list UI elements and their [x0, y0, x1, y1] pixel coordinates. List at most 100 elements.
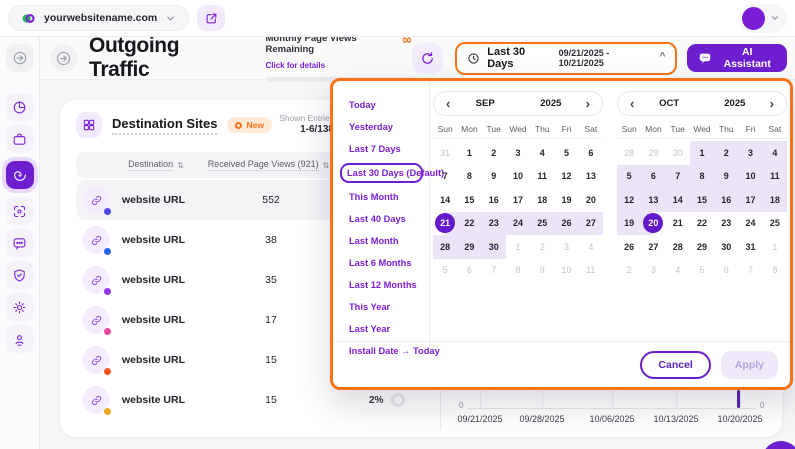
open-site-button[interactable] [197, 5, 225, 31]
quota-details-link[interactable]: Click for details [266, 61, 326, 70]
calendar-day[interactable]: 28 [666, 235, 690, 259]
date-range-selector[interactable]: Last 30 Days 09/21/2025 - 10/21/2025 ^ [455, 42, 677, 75]
calendar-day[interactable]: 13 [641, 188, 665, 212]
datepicker-preset[interactable]: Last Year [343, 321, 423, 337]
calendar-day[interactable]: 31 [738, 235, 762, 259]
calendar-day[interactable]: 18 [763, 188, 787, 212]
calendar-day[interactable]: 11 [763, 165, 787, 189]
calendar-day[interactable]: 2 [482, 141, 506, 165]
calendar-day[interactable]: 28 [617, 141, 641, 165]
calendar-day[interactable]: 1 [457, 141, 481, 165]
prev-month-button[interactable]: ‹ [628, 97, 636, 110]
calendar-day[interactable]: 22 [690, 212, 714, 236]
calendar-day[interactable]: 5 [433, 259, 457, 283]
calendar-day[interactable]: 29 [690, 235, 714, 259]
datepicker-preset[interactable]: Yesterday [343, 119, 423, 135]
sidebar-item-pie-chart[interactable] [6, 93, 34, 121]
calendar-day[interactable]: 11 [579, 259, 603, 283]
calendar-day[interactable]: 10 [506, 165, 530, 189]
sidebar-item-shield[interactable] [6, 261, 34, 289]
refresh-button[interactable] [412, 43, 443, 74]
calendar-day[interactable]: 23 [714, 212, 738, 236]
calendar-day[interactable]: 9 [714, 165, 738, 189]
calendar-day[interactable]: 15 [690, 188, 714, 212]
calendar-day[interactable]: 4 [763, 141, 787, 165]
calendar-day[interactable]: 30 [482, 235, 506, 259]
calendar-day[interactable]: 8 [457, 165, 481, 189]
calendar-day[interactable]: 14 [433, 188, 457, 212]
calendar-day[interactable]: 16 [714, 188, 738, 212]
calendar-day[interactable]: 3 [506, 141, 530, 165]
datepicker-preset[interactable]: Last 40 Days [343, 211, 423, 227]
sidebar-item-briefcase[interactable] [6, 125, 34, 153]
calendar-day[interactable]: 27 [579, 212, 603, 236]
calendar-day[interactable]: 9 [482, 165, 506, 189]
calendar-day[interactable]: 19 [617, 212, 641, 236]
floating-chat-button[interactable] [762, 441, 795, 449]
calendar-day[interactable]: 6 [641, 165, 665, 189]
sidebar-item-target[interactable] [6, 197, 34, 225]
calendar-day[interactable]: 30 [666, 141, 690, 165]
ai-assistant-button[interactable]: AI Assistant [687, 44, 787, 72]
calendar-day[interactable]: 22 [457, 212, 481, 236]
calendar-day[interactable]: 21 [666, 212, 690, 236]
calendar-day[interactable]: 31 [433, 141, 457, 165]
prev-month-button[interactable]: ‹ [444, 97, 452, 110]
datepicker-preset[interactable]: This Year [343, 299, 423, 315]
calendar-day[interactable]: 29 [457, 235, 481, 259]
calendar-day[interactable]: 9 [530, 259, 554, 283]
calendar-day[interactable]: 15 [457, 188, 481, 212]
calendar-day[interactable]: 7 [433, 165, 457, 189]
calendar-day[interactable]: 1 [690, 141, 714, 165]
calendar-day[interactable]: 16 [482, 188, 506, 212]
calendar-day[interactable]: 21 [433, 212, 457, 236]
calendar-day[interactable]: 10 [554, 259, 578, 283]
calendar-day[interactable]: 7 [482, 259, 506, 283]
next-month-button[interactable]: › [584, 97, 592, 110]
calendar-day[interactable]: 14 [666, 188, 690, 212]
calendar-day[interactable]: 27 [641, 235, 665, 259]
calendar-day[interactable]: 3 [554, 235, 578, 259]
calendar-day[interactable]: 29 [641, 141, 665, 165]
calendar-day[interactable]: 26 [554, 212, 578, 236]
datepicker-preset[interactable]: This Month [343, 189, 423, 205]
datepicker-preset[interactable]: Last 7 Days [343, 141, 423, 157]
cancel-button[interactable]: Cancel [640, 351, 710, 379]
calendar-day[interactable]: 6 [457, 259, 481, 283]
collapse-sidebar-button[interactable] [50, 44, 77, 72]
calendar-day[interactable]: 2 [714, 141, 738, 165]
column-header[interactable]: Received Page Views (921)⇅ [186, 152, 351, 178]
calendar-day[interactable]: 12 [554, 165, 578, 189]
sidebar-item-swirl[interactable] [6, 161, 34, 189]
calendar-day[interactable]: 3 [738, 141, 762, 165]
calendar-day[interactable]: 25 [763, 212, 787, 236]
calendar-day[interactable]: 19 [554, 188, 578, 212]
datepicker-preset[interactable]: Last 30 Days (Default) [340, 163, 423, 183]
calendar-day[interactable]: 28 [433, 235, 457, 259]
calendar-day[interactable]: 3 [641, 259, 665, 283]
calendar-day[interactable]: 11 [530, 165, 554, 189]
calendar-day[interactable]: 18 [530, 188, 554, 212]
calendar-day[interactable]: 5 [690, 259, 714, 283]
calendar-day[interactable]: 17 [506, 188, 530, 212]
calendar-day[interactable]: 20 [641, 212, 665, 236]
calendar-day[interactable]: 5 [617, 165, 641, 189]
calendar-day[interactable]: 4 [530, 141, 554, 165]
calendar-day[interactable]: 7 [738, 259, 762, 283]
sidebar-item-gear[interactable] [6, 293, 34, 321]
datepicker-preset[interactable]: Last Month [343, 233, 423, 249]
calendar-day[interactable]: 23 [482, 212, 506, 236]
calendar-day[interactable]: 2 [617, 259, 641, 283]
calendar-day[interactable]: 2 [530, 235, 554, 259]
calendar-day[interactable]: 10 [738, 165, 762, 189]
calendar-day[interactable]: 5 [554, 141, 578, 165]
calendar-day[interactable]: 6 [579, 141, 603, 165]
calendar-day[interactable]: 30 [714, 235, 738, 259]
datepicker-preset[interactable]: Today [343, 97, 423, 113]
calendar-day[interactable]: 6 [714, 259, 738, 283]
sidebar-item-chat[interactable] [6, 229, 34, 257]
calendar-day[interactable]: 7 [666, 165, 690, 189]
calendar-day[interactable]: 24 [506, 212, 530, 236]
calendar-day[interactable]: 24 [738, 212, 762, 236]
account-menu[interactable] [738, 4, 787, 33]
